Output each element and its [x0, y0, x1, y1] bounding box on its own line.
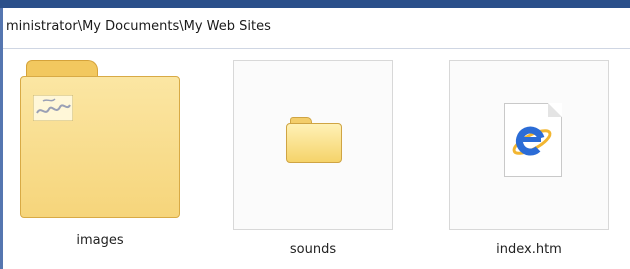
folder-icon — [20, 76, 180, 218]
image-preview-icon — [33, 95, 73, 121]
address-path[interactable]: ministrator\My Documents\My Web Sites — [6, 19, 271, 34]
folder-icon — [286, 117, 342, 163]
thumbnail-frame — [449, 60, 609, 230]
folder-label-images[interactable]: images — [22, 233, 178, 248]
folder-images[interactable] — [20, 60, 180, 218]
file-label-index[interactable]: index.htm — [449, 242, 609, 257]
document-icon — [504, 103, 562, 177]
thumbnail-frame — [233, 60, 393, 230]
window-title-bar — [0, 0, 630, 8]
address-bar[interactable]: ministrator\My Documents\My Web Sites — [3, 8, 630, 49]
internet-explorer-document-icon — [512, 126, 552, 156]
folder-label-sounds[interactable]: sounds — [233, 242, 393, 257]
explorer-window: ministrator\My Documents\My Web Sites im… — [0, 0, 630, 269]
